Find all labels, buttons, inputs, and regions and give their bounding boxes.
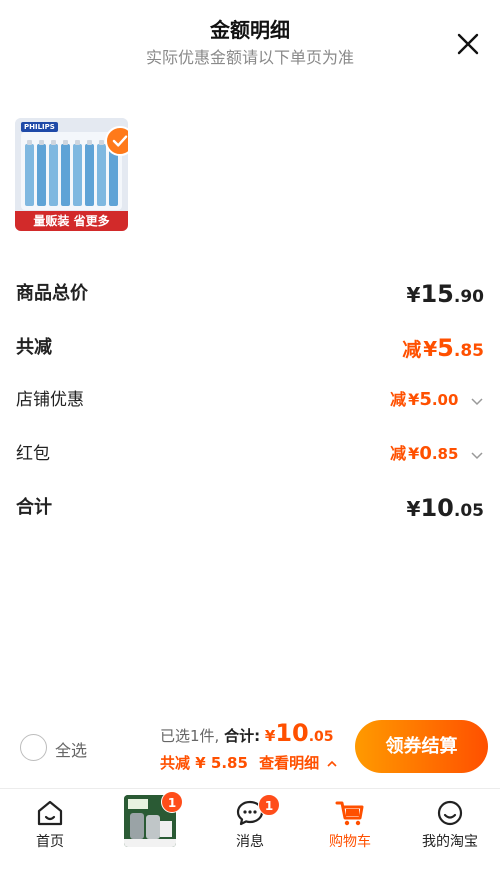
chevron-down-icon[interactable] xyxy=(470,394,484,408)
checkout-button[interactable]: 领券结算 xyxy=(355,720,488,773)
tab-cart-label: 购物车 xyxy=(329,834,371,850)
yen-symbol: ¥ xyxy=(406,497,421,521)
shop-discount-label: 店铺优惠 xyxy=(16,390,84,410)
view-detail-link[interactable]: 查看明细 xyxy=(259,754,319,772)
checkout-summary: 已选1件, 合计: ¥10.05 共减 ¥ 5.85 查看明细 xyxy=(160,718,348,774)
amount-integer: 10 xyxy=(420,494,454,522)
tab-cart[interactable]: 购物车 xyxy=(300,789,400,869)
page-subtitle: 实际优惠金额请以下单页为准 xyxy=(145,48,354,67)
header: 金额明细 实际优惠金额请以下单页为准 xyxy=(0,0,500,78)
sum-amount: ¥10.05 xyxy=(407,490,484,529)
summary-total-line: 已选1件, 合计: ¥10.05 xyxy=(160,718,348,752)
smiley-icon xyxy=(437,800,463,826)
amount-decimal: .00 xyxy=(431,391,459,409)
total-reduce-label: 共减 xyxy=(16,337,52,358)
amount-integer: 15 xyxy=(420,280,454,308)
close-icon[interactable] xyxy=(452,28,484,60)
amount-decimal: .05 xyxy=(308,729,334,745)
reduce-prefix: 减 xyxy=(402,339,422,361)
amount-decimal: .85 xyxy=(431,445,459,463)
amount-decimal: .85 xyxy=(453,341,484,361)
reduce-prefix: 减 xyxy=(390,390,407,409)
shop-discount-amount: 减 ¥5.00 xyxy=(390,382,484,418)
amount-integer: 5 xyxy=(419,389,432,410)
row-sum: 合计 ¥10.05 xyxy=(16,490,484,526)
total-price-amount: ¥15.90 xyxy=(407,276,484,315)
product-thumbnail[interactable]: PHILIPS 量贩装 省更多 xyxy=(15,118,128,231)
cart-icon xyxy=(335,801,364,826)
red-packet-label: 红包 xyxy=(16,444,50,464)
checkout-bar: 全选 已选1件, 合计: ¥10.05 共减 ¥ 5.85 查看明细 领券结算 xyxy=(0,716,500,786)
yen-symbol: ¥ xyxy=(408,390,420,409)
brand-tag: PHILIPS xyxy=(21,122,58,132)
total-amount: ¥10.05 xyxy=(264,719,334,747)
home-icon xyxy=(37,800,63,826)
total-price-label: 商品总价 xyxy=(16,283,88,304)
select-all-label: 全选 xyxy=(55,741,88,760)
promo-badge: 1 xyxy=(161,791,183,813)
yen-symbol: ¥ xyxy=(264,727,276,745)
amount-decimal: .90 xyxy=(453,287,484,307)
tab-messages-label: 消息 xyxy=(236,834,264,850)
chevron-up-icon[interactable] xyxy=(326,758,338,770)
total-reduce-amount: 减 ¥5.85 xyxy=(402,330,484,369)
reduce-prefix: 减 xyxy=(390,444,407,463)
red-packet-amount: 减 ¥0.85 xyxy=(390,436,484,472)
row-total-reduce: 共减 减 ¥5.85 xyxy=(16,330,484,366)
select-all-radio[interactable] xyxy=(20,734,47,761)
product-promo-badge: 量贩装 省更多 xyxy=(15,211,128,231)
amount-decimal: .05 xyxy=(453,501,484,521)
reduce-summary: 共减 ¥ 5.85 xyxy=(160,754,248,772)
selected-count: 已选1件, xyxy=(160,727,220,745)
chevron-down-icon[interactable] xyxy=(470,448,484,462)
tab-bar: 首页 1 1 消息 购物车 我的淘宝 xyxy=(0,788,500,869)
yen-symbol: ¥ xyxy=(408,444,420,463)
tab-promo[interactable]: 1 xyxy=(100,789,200,869)
total-label: 合计: xyxy=(224,727,261,745)
view-detail-toggle[interactable]: 共减 ¥ 5.85 查看明细 xyxy=(160,752,348,774)
tab-messages[interactable]: 1 消息 xyxy=(200,789,300,869)
row-shop-discount[interactable]: 店铺优惠 减 ¥5.00 xyxy=(16,382,484,418)
tab-mine[interactable]: 我的淘宝 xyxy=(400,789,500,869)
messages-badge: 1 xyxy=(258,794,280,816)
yen-symbol: ¥ xyxy=(406,283,421,307)
page-title: 金额明细 xyxy=(210,18,290,42)
sum-label: 合计 xyxy=(16,497,52,518)
tab-mine-label: 我的淘宝 xyxy=(422,834,478,850)
row-red-packet[interactable]: 红包 减 ¥0.85 xyxy=(16,436,484,472)
tab-home[interactable]: 首页 xyxy=(0,789,100,869)
yen-symbol: ¥ xyxy=(423,337,438,361)
amount-integer: 5 xyxy=(437,334,454,362)
row-total-price: 商品总价 ¥15.90 xyxy=(16,276,484,312)
amount-integer: 10 xyxy=(275,719,309,747)
tab-home-label: 首页 xyxy=(36,834,64,850)
checkmark-icon[interactable] xyxy=(105,126,128,156)
amount-integer: 0 xyxy=(419,443,432,464)
